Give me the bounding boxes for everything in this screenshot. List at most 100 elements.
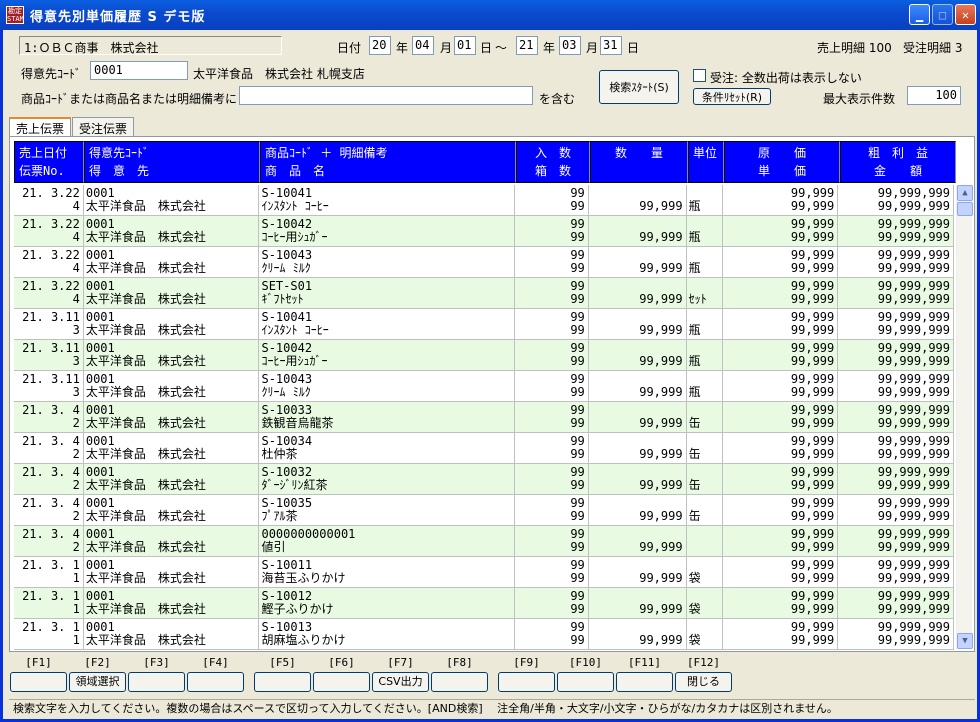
table-cell: 99,999 bbox=[589, 247, 687, 277]
cell-line2: 99,999 bbox=[790, 385, 835, 399]
cell-line1: S-10034 bbox=[261, 434, 313, 448]
function-key-button[interactable] bbox=[313, 672, 370, 692]
month-label-2: 月 bbox=[586, 41, 599, 55]
cell-line2: 袋 bbox=[688, 571, 701, 585]
cell-line2: 99,999 bbox=[790, 354, 835, 368]
table-cell: 0001 太平洋食品 株式会社 bbox=[84, 495, 260, 525]
cell-line2: 瓶 bbox=[688, 261, 701, 275]
cell-line2: 99 bbox=[570, 509, 585, 523]
function-key-button[interactable] bbox=[431, 672, 488, 692]
table-cell: 21. 3.11 3 bbox=[14, 371, 84, 401]
column-header[interactable]: 入 数箱 数 bbox=[516, 141, 590, 183]
tab-sales-slip[interactable]: 売上伝票 bbox=[9, 117, 72, 137]
column-header[interactable]: 商品ｺｰﾄﾞ ＋ 明細備考商 品 名 bbox=[260, 141, 516, 183]
table-cell: 0001 太平洋食品 株式会社 bbox=[84, 619, 260, 649]
table-row[interactable]: 21. 3.11 3 0001 太平洋食品 株式会社 S-10043 ｸﾘｰﾑ ﾐﾙｸ 99… bbox=[14, 371, 954, 402]
table-row[interactable]: 21. 3.11 3 0001 太平洋食品 株式会社 S-10041 ｲﾝｽﾀﾝﾄ ｺｰﾋ… bbox=[14, 309, 954, 340]
scroll-thumb[interactable] bbox=[957, 202, 973, 216]
cell-line2: 太平洋食品 株式会社 bbox=[85, 478, 206, 492]
column-header-line2: 金 額 bbox=[873, 164, 922, 178]
to-month-field[interactable]: 03 bbox=[559, 36, 581, 55]
cell-line1: 21. 3. 4 bbox=[22, 465, 80, 479]
function-key-button[interactable]: 閉じる bbox=[675, 672, 732, 692]
function-key-button[interactable] bbox=[128, 672, 185, 692]
cell-line2: 99,999 bbox=[639, 323, 683, 337]
cell-line2: 太平洋食品 株式会社 bbox=[85, 354, 206, 368]
table-row[interactable]: 21. 3.22 4 0001 太平洋食品 株式会社 S-10041 ｲﾝｽﾀﾝﾄ ｺｰﾋ… bbox=[14, 185, 954, 216]
scroll-up-icon[interactable]: ▲ bbox=[957, 185, 973, 201]
table-cell: 瓶 bbox=[687, 216, 723, 246]
customer-code-field[interactable]: 0001 bbox=[90, 61, 188, 80]
table-row[interactable]: 21. 3.22 4 0001 太平洋食品 株式会社 SET-S01 ｷﾞﾌﾄｾｯﾄ 99 9… bbox=[14, 278, 954, 309]
scroll-down-icon[interactable]: ▼ bbox=[957, 633, 973, 649]
table-cell: 99,999,999 99,999,999 bbox=[838, 619, 954, 649]
vertical-scrollbar[interactable]: ▲ ▼ bbox=[956, 185, 973, 649]
table-row[interactable]: 21. 3. 4 2 0001 太平洋食品 株式会社 S-10032 ﾀﾞｰｼﾞﾘﾝ紅茶 9… bbox=[14, 464, 954, 495]
cell-line2: 99 bbox=[570, 447, 585, 461]
table-row[interactable]: 21. 3. 1 1 0001 太平洋食品 株式会社 S-10012 鰹子ふりかけ 99 99… bbox=[14, 588, 954, 619]
table-cell: 99,999,999 99,999,999 bbox=[838, 216, 954, 246]
max-display-field[interactable]: 100 bbox=[907, 86, 961, 105]
function-key-button[interactable]: CSV出力 bbox=[372, 672, 429, 692]
function-key-button[interactable] bbox=[616, 672, 673, 692]
cell-line2: 99,999 bbox=[790, 292, 835, 306]
table-row[interactable]: 21. 3.11 3 0001 太平洋食品 株式会社 S-10042 ｺｰﾋｰ用ｼｭｶﾞｰ… bbox=[14, 340, 954, 371]
search-input[interactable] bbox=[239, 86, 533, 105]
from-month-field[interactable]: 04 bbox=[412, 36, 434, 55]
function-key-button[interactable] bbox=[557, 672, 614, 692]
cell-line2: 99,999 bbox=[639, 292, 683, 306]
reset-conditions-button[interactable]: 条件ﾘｾｯﾄ(R) bbox=[693, 88, 771, 105]
from-year-field[interactable]: 20 bbox=[369, 36, 391, 55]
table-cell: 99,999 99,999 bbox=[723, 185, 839, 215]
cell-line2: 99,999 bbox=[790, 323, 835, 337]
table-cell: 99 99 bbox=[515, 619, 589, 649]
maximize-button[interactable]: □ bbox=[932, 4, 953, 25]
table-cell: 21. 3. 11 bbox=[14, 619, 84, 649]
table-cell: S-10041 ｲﾝｽﾀﾝﾄ ｺｰﾋｰ bbox=[259, 309, 515, 339]
cell-line2: 太平洋食品 株式会社 bbox=[85, 633, 206, 647]
function-key-button[interactable] bbox=[187, 672, 244, 692]
minimize-button[interactable]: ▁ bbox=[909, 4, 930, 25]
column-header[interactable]: 単位 bbox=[688, 141, 724, 183]
table-row[interactable]: 21. 3.22 4 0001 太平洋食品 株式会社 S-10042 ｺｰﾋｰ用ｼｭｶﾞｰ… bbox=[14, 216, 954, 247]
function-key-button[interactable] bbox=[254, 672, 311, 692]
table-cell: 21. 3. 42 bbox=[14, 526, 84, 556]
table-row[interactable]: 21. 3.22 4 0001 太平洋食品 株式会社 S-10043 ｸﾘｰﾑ ﾐﾙｸ 99… bbox=[14, 247, 954, 278]
table-cell: 21. 3.22 4 bbox=[14, 216, 84, 246]
table-row[interactable]: 21. 3. 4 2 0001 太平洋食品 株式会社 0000000000001 値引 99… bbox=[14, 526, 954, 557]
to-day-field[interactable]: 31 bbox=[600, 36, 622, 55]
cell-line2: 3 bbox=[72, 354, 80, 368]
cell-line2: 太平洋食品 株式会社 bbox=[85, 571, 206, 585]
cell-line2: 99,999 bbox=[639, 354, 683, 368]
table-row[interactable]: 21. 3. 1 1 0001 太平洋食品 株式会社 S-10011 海苔玉ふりかけ 99 9… bbox=[14, 557, 954, 588]
table-cell: 21. 3.22 4 bbox=[14, 278, 84, 308]
cell-line2: 瓶 bbox=[688, 323, 701, 337]
table-cell: 99,999 bbox=[589, 309, 687, 339]
order-filter-checkbox[interactable] bbox=[693, 69, 706, 82]
from-day-field[interactable]: 01 bbox=[454, 36, 476, 55]
column-header[interactable]: 売上日付 伝票No. bbox=[14, 141, 84, 183]
function-key-button[interactable] bbox=[498, 672, 555, 692]
table-cell: 瓶 bbox=[687, 371, 723, 401]
table-row[interactable]: 21. 3. 4 2 0001 太平洋食品 株式会社 S-10035 ﾌﾟｱﾙ茶 99 99 9… bbox=[14, 495, 954, 526]
table-cell: 99,999 bbox=[589, 557, 687, 587]
table-row[interactable]: 21. 3. 4 2 0001 太平洋食品 株式会社 S-10033 鉄観音烏龍茶 99 99… bbox=[14, 402, 954, 433]
table-row[interactable]: 21. 3. 1 1 0001 太平洋食品 株式会社 S-10013 胡麻塩ふりかけ 99 9… bbox=[14, 619, 954, 650]
close-window-button[interactable]: ✕ bbox=[955, 4, 976, 25]
table-row[interactable]: 21. 3. 4 2 0001 太平洋食品 株式会社 S-10034 杜仲茶 99 99 99,… bbox=[14, 433, 954, 464]
column-header[interactable]: 原 価単 価 bbox=[724, 141, 840, 183]
table-cell: 99,999 bbox=[589, 588, 687, 618]
function-key-button[interactable]: 領域選択 bbox=[69, 672, 126, 692]
search-start-button[interactable]: 検索ｽﾀｰﾄ(S) bbox=[599, 70, 679, 104]
title-bar[interactable]: 勘定 STAMP 得意先別単価履歴 S デモ版 ▁ □ ✕ bbox=[0, 0, 980, 30]
cell-line1: S-10035 bbox=[261, 496, 313, 510]
cell-line2: 2 bbox=[72, 447, 80, 461]
function-key-button[interactable] bbox=[10, 672, 67, 692]
column-header[interactable]: 得意先ｺｰﾄﾞ 得 意 先 bbox=[84, 141, 260, 183]
column-header[interactable]: 数 量 bbox=[590, 141, 688, 183]
to-year-field[interactable]: 21 bbox=[516, 36, 538, 55]
function-key-label: [F9] bbox=[513, 656, 540, 669]
column-header-line1: 商品ｺｰﾄﾞ ＋ 明細備考 bbox=[265, 146, 388, 160]
table-cell: 缶 bbox=[687, 464, 723, 494]
column-header[interactable]: 粗 利 益金 額 bbox=[840, 141, 956, 183]
